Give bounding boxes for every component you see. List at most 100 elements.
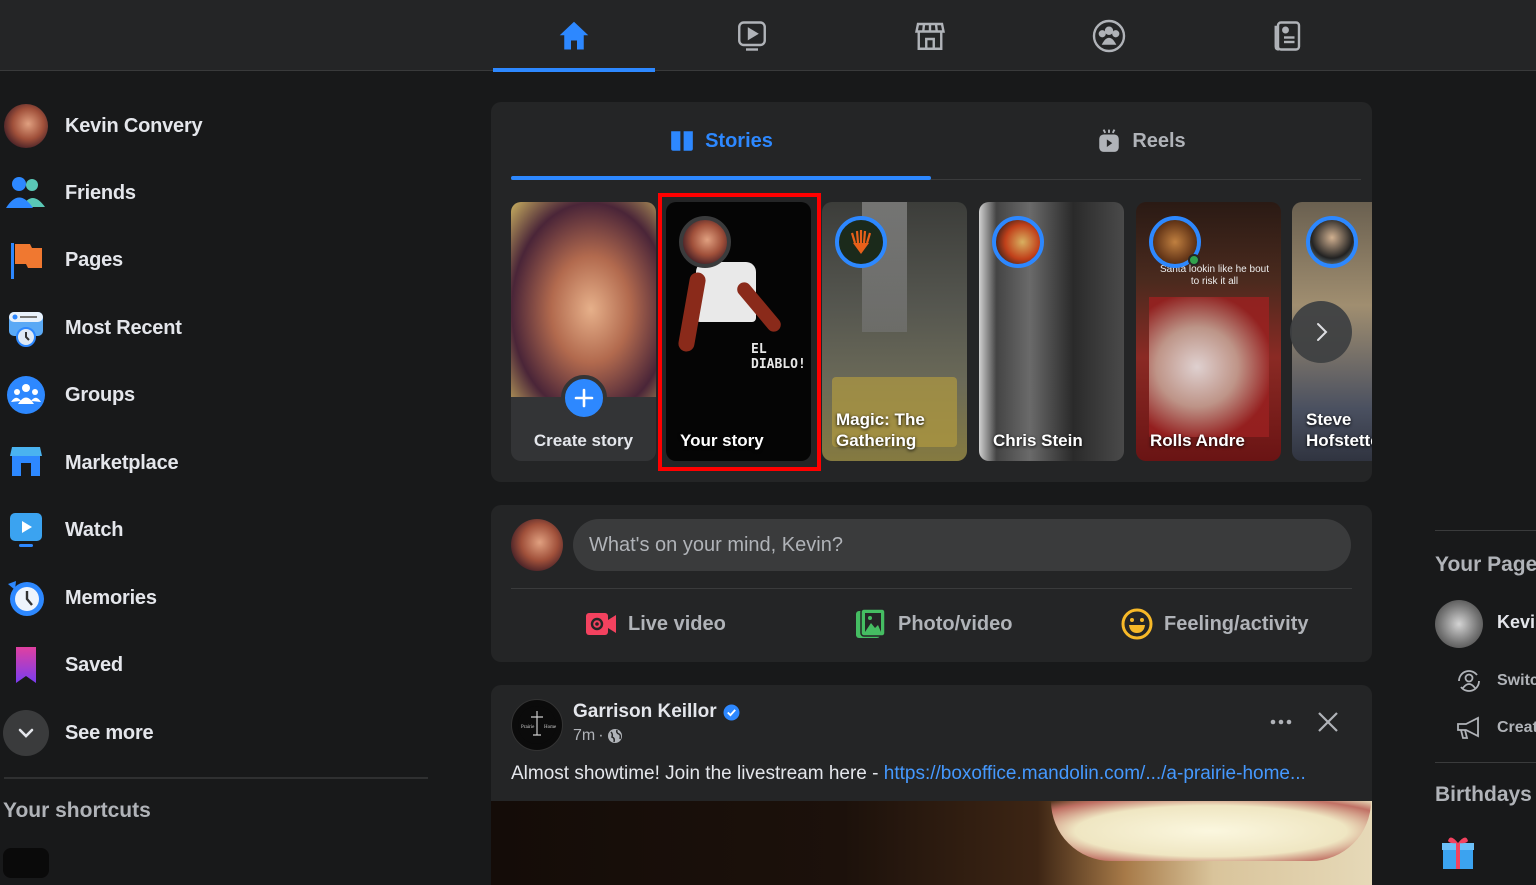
sidebar-item-label: Saved	[65, 653, 123, 676]
photo-video-button[interactable]: Photo/video	[854, 602, 1012, 646]
online-status-dot	[1188, 254, 1200, 266]
home-icon	[559, 21, 589, 49]
meta-separator: ·	[598, 727, 604, 744]
sidebar-item-groups[interactable]: Groups	[0, 367, 430, 423]
stories-card: Stories Reels Create story EL DIABLO! Yo…	[491, 102, 1372, 482]
live-video-icon	[586, 613, 616, 635]
sidebar-item-friends[interactable]: Friends	[0, 165, 430, 221]
sidebar-item-watch[interactable]: Watch	[0, 502, 430, 558]
top-navigation-bar	[0, 0, 1536, 72]
create-story-label: Create story	[533, 431, 634, 450]
nav-tab-gaming[interactable]	[1206, 0, 1368, 71]
switch-label: Switch Into Page	[1497, 672, 1536, 689]
sidebar-item-profile[interactable]: Kevin Convery	[0, 98, 430, 154]
nav-tab-home[interactable]	[493, 0, 655, 72]
feed-post: Prairie Home Garrison Keillor 7m · Almost…	[491, 685, 1372, 885]
story-avatar	[835, 216, 887, 268]
page-avatar[interactable]	[1435, 600, 1483, 648]
nav-tab-watch[interactable]	[671, 0, 833, 71]
story-avatar	[679, 216, 731, 268]
story-name: Rolls Andre	[1150, 431, 1245, 450]
post-author-name: Garrison Keillor	[573, 701, 717, 722]
sidebar-item-saved[interactable]: Saved	[0, 637, 430, 693]
sidebar-item-label: Marketplace	[65, 451, 179, 474]
create-story-photo	[511, 202, 656, 397]
marketplace-icon	[4, 441, 48, 485]
sidebar-item-label: Pages	[65, 248, 123, 271]
watch-icon	[4, 508, 48, 552]
active-tab-indicator	[511, 176, 931, 180]
magic-logo-icon	[850, 230, 872, 254]
whats-on-your-mind-input[interactable]	[573, 519, 1351, 571]
page-name[interactable]: Kevin	[1497, 612, 1536, 633]
tab-stories-label: Stories	[705, 129, 773, 152]
nav-tab-groups[interactable]	[1028, 0, 1190, 71]
friends-icon	[4, 171, 48, 215]
post-link[interactable]: https://boxoffice.mandolin.com/.../a-pra…	[884, 763, 1306, 784]
verified-badge-icon	[723, 704, 740, 720]
most-recent-icon	[4, 306, 48, 350]
feeling-activity-label: Feeling/activity	[1164, 612, 1309, 635]
post-composer: Live video Photo/video Feeling/activity	[491, 505, 1372, 662]
birthdays-heading: Birthdays	[1435, 783, 1532, 806]
close-icon	[1318, 712, 1338, 732]
tab-reels-label: Reels	[1132, 129, 1186, 152]
story-name: Magic: The Gathering	[836, 410, 925, 450]
svg-text:Prairie: Prairie	[521, 725, 535, 730]
photo-icon	[856, 608, 886, 638]
story-card-your-story[interactable]: EL DIABLO! Your story	[666, 202, 811, 461]
sidebar-item-label: See more	[65, 721, 154, 744]
hide-post-button[interactable]	[1313, 707, 1343, 737]
shortcut-thumbnail[interactable]	[3, 848, 49, 878]
story-overlay-text: EL DIABLO!	[751, 342, 806, 372]
news-feed-icon	[1274, 20, 1301, 51]
live-video-button[interactable]: Live video	[584, 602, 726, 646]
sidebar-item-label: Most Recent	[65, 316, 182, 339]
tab-reels[interactable]: Reels	[931, 102, 1351, 180]
sidebar-item-most-recent[interactable]: Most Recent	[0, 300, 430, 356]
create-story-card[interactable]: Create story	[511, 202, 656, 461]
story-card-rolls-andre[interactable]: Santa lookin like he bout to risk it all…	[1136, 202, 1281, 461]
story-card-magic[interactable]: Magic: The Gathering	[822, 202, 967, 461]
plus-icon	[561, 375, 607, 421]
more-horizontal-icon	[1270, 719, 1292, 725]
stories-next-button[interactable]	[1290, 301, 1352, 363]
avatar[interactable]	[511, 519, 563, 571]
sidebar-item-pages[interactable]: Pages	[0, 232, 430, 288]
post-image[interactable]	[491, 801, 1372, 885]
story-name: Steve Hofstetter	[1306, 410, 1372, 450]
reels-icon	[1099, 129, 1120, 152]
chevron-down-icon	[3, 710, 49, 756]
your-pages-heading: Your Pages	[1435, 553, 1536, 576]
switch-profile-icon	[1458, 670, 1480, 692]
story-avatar	[1306, 216, 1358, 268]
shortcuts-heading: Your shortcuts	[3, 799, 151, 822]
saved-bookmark-icon	[4, 643, 48, 687]
sidebar-item-label: Groups	[65, 383, 135, 406]
post-author[interactable]: Garrison Keillor	[573, 701, 740, 723]
composer-divider	[511, 588, 1352, 589]
post-time[interactable]: 7m	[573, 727, 595, 745]
globe-icon	[607, 729, 622, 743]
story-image-detail	[1149, 297, 1269, 437]
smiley-icon	[1121, 608, 1153, 640]
switch-into-page-button[interactable]: Switch Into Page	[1455, 667, 1536, 695]
sidebar-item-marketplace[interactable]: Marketplace	[0, 435, 430, 491]
post-options-button[interactable]	[1266, 707, 1296, 737]
create-label: Create promotion	[1497, 719, 1536, 736]
video-icon	[738, 20, 766, 51]
story-card-chris-stein[interactable]: Chris Stein	[979, 202, 1124, 461]
feeling-activity-button[interactable]: Feeling/activity	[1120, 602, 1309, 646]
sidebar-item-memories[interactable]: Memories	[0, 570, 430, 626]
sidebar-item-label: Memories	[65, 586, 157, 609]
stained-glass-window	[1051, 801, 1371, 861]
live-video-label: Live video	[628, 612, 726, 635]
tab-stories[interactable]: Stories	[511, 102, 931, 180]
nav-tab-marketplace[interactable]	[849, 0, 1011, 71]
pages-flag-icon	[4, 238, 48, 282]
story-name: Your story	[680, 431, 764, 450]
sidebar-divider	[4, 777, 428, 779]
post-author-avatar[interactable]: Prairie Home	[511, 699, 563, 751]
create-promotion-button[interactable]: Create promotion	[1455, 714, 1536, 742]
see-more-button[interactable]: See more	[0, 705, 430, 761]
